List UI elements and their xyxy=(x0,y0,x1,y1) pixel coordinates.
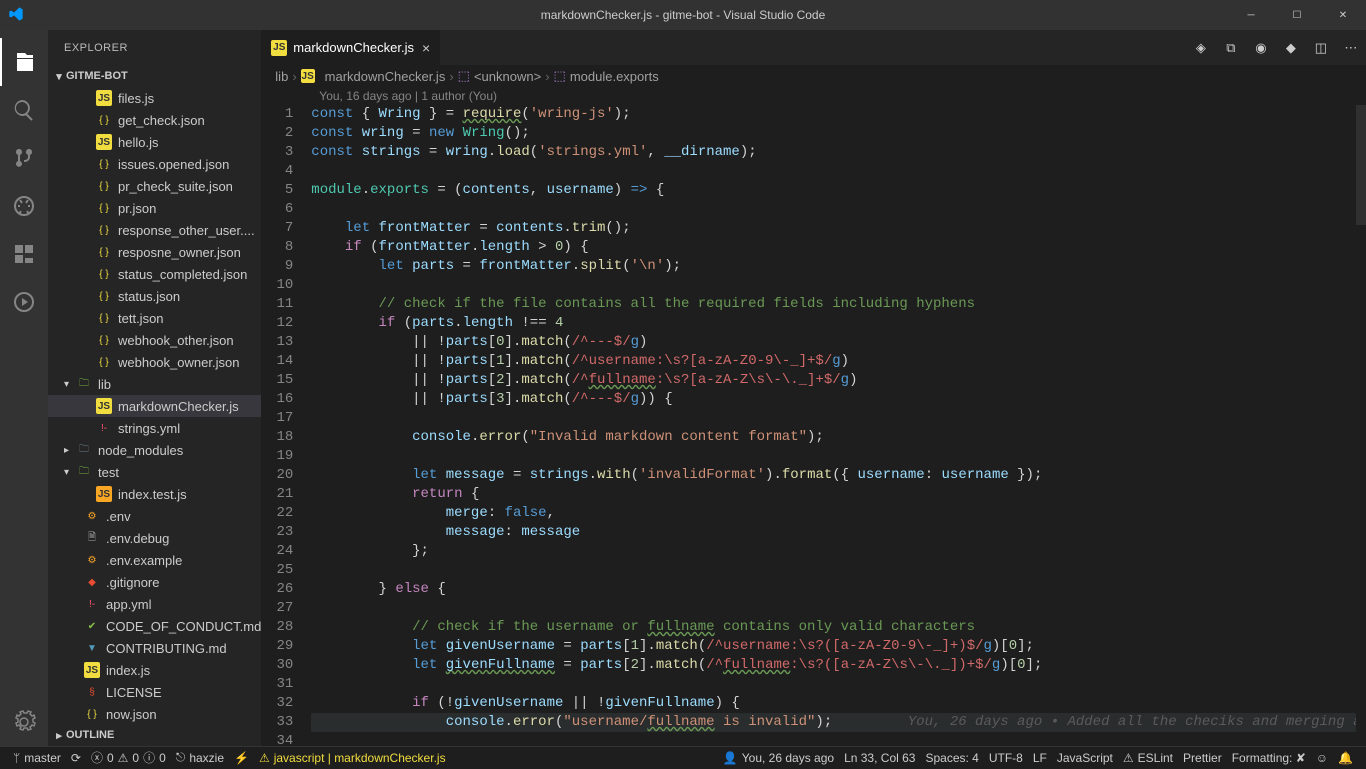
git-blame-status[interactable]: 👤You, 26 days ago xyxy=(718,747,839,769)
project-section[interactable]: ▾GITME-BOT xyxy=(48,65,261,87)
titlebar: markdownChecker.js - gitme-bot - Visual … xyxy=(0,0,1366,30)
breadcrumb[interactable]: lib› JS markdownChecker.js› ⬚<unknown>› … xyxy=(261,65,1366,87)
split-editor-icon[interactable]: ◫ xyxy=(1312,40,1330,56)
file-item[interactable]: { }issues.opened.json xyxy=(48,153,261,175)
info-icon: ⓘ xyxy=(143,749,155,766)
vscode-logo-icon xyxy=(8,6,24,22)
code-editor[interactable]: 1234567891011121314151617181920212223242… xyxy=(261,105,1366,746)
file-item[interactable]: ✔CODE_OF_CONDUCT.md xyxy=(48,615,261,637)
file-item[interactable]: { }tett.json xyxy=(48,307,261,329)
activity-bar xyxy=(0,30,48,746)
file-tree: JSfiles.js{ }get_check.jsonJShello.js{ }… xyxy=(48,87,261,724)
file-item[interactable]: JSfiles.js xyxy=(48,87,261,109)
file-item[interactable]: { }pr_check_suite.json xyxy=(48,175,261,197)
cursor-position[interactable]: Ln 33, Col 63 xyxy=(839,747,920,769)
language-mode[interactable]: JavaScript xyxy=(1052,747,1118,769)
window-title: markdownChecker.js - gitme-bot - Visual … xyxy=(541,8,826,22)
indentation[interactable]: Spaces: 4 xyxy=(920,747,983,769)
file-item[interactable]: { }status.json xyxy=(48,285,261,307)
branch-icon: ᛘ xyxy=(13,751,20,765)
file-item[interactable]: { }status_completed.json xyxy=(48,263,261,285)
warning-icon: ⚠ xyxy=(118,751,129,765)
eol[interactable]: LF xyxy=(1028,747,1052,769)
feedback-icon[interactable]: ☺ xyxy=(1311,747,1333,769)
more-actions-icon[interactable]: ⋯ xyxy=(1342,40,1360,56)
editor-actions: ◈ ⧉ ◉ ◆ ◫ ⋯ xyxy=(1192,40,1366,56)
sync-button[interactable]: ⟳ xyxy=(66,747,86,769)
search-icon[interactable] xyxy=(0,86,48,134)
maximize-button[interactable]: ☐ xyxy=(1274,0,1320,30)
notifications-icon[interactable]: 🔔 xyxy=(1333,747,1358,769)
formatting-status[interactable]: Formatting: ✘ xyxy=(1227,747,1311,769)
file-item[interactable]: !-strings.yml xyxy=(48,417,261,439)
debug-icon[interactable] xyxy=(0,182,48,230)
eslint-status[interactable]: ⚠ESLint xyxy=(1118,747,1178,769)
language-scope[interactable]: ⚠javascript | markdownChecker.js xyxy=(254,747,451,769)
liveshare-icon[interactable] xyxy=(0,278,48,326)
file-item[interactable]: { }pr.json xyxy=(48,197,261,219)
folder-item[interactable]: ▸🗀node_modules xyxy=(48,439,261,461)
file-item[interactable]: ◆.gitignore xyxy=(48,571,261,593)
line-numbers: 1234567891011121314151617181920212223242… xyxy=(261,105,311,746)
file-item[interactable]: ⚙.env xyxy=(48,505,261,527)
explorer-header: EXPLORER xyxy=(48,30,261,65)
action-icon[interactable]: ⧉ xyxy=(1222,40,1240,56)
source-control-icon[interactable] xyxy=(0,134,48,182)
encoding[interactable]: UTF-8 xyxy=(984,747,1028,769)
file-item[interactable]: !-app.yml xyxy=(48,593,261,615)
settings-icon[interactable] xyxy=(0,698,48,746)
liveshare-user[interactable]: ⎋haxzie xyxy=(171,747,229,769)
file-item[interactable]: { }resposne_owner.json xyxy=(48,241,261,263)
close-button[interactable]: ✕ xyxy=(1320,0,1366,30)
bolt-icon[interactable]: ⚡ xyxy=(229,747,254,769)
file-item[interactable]: JSindex.test.js xyxy=(48,483,261,505)
explorer-icon[interactable] xyxy=(0,38,48,86)
action-icon[interactable]: ◆ xyxy=(1282,40,1300,56)
status-bar: ᛘmaster ⟳ ⓧ0 ⚠0 ⓘ0 ⎋haxzie ⚡ ⚠javascript… xyxy=(0,746,1366,768)
code-lines[interactable]: const { Wring } = require('wring-js');co… xyxy=(311,105,1366,746)
codelens[interactable]: You, 16 days ago | 1 author (You) xyxy=(261,87,1366,105)
tab-markdownchecker[interactable]: JS markdownChecker.js × xyxy=(261,30,441,65)
problems[interactable]: ⓧ0 ⚠0 ⓘ0 xyxy=(86,747,171,769)
file-item[interactable]: JSindex.js xyxy=(48,659,261,681)
file-item[interactable]: JShello.js xyxy=(48,131,261,153)
file-item[interactable]: { }get_check.json xyxy=(48,109,261,131)
action-icon[interactable]: ◉ xyxy=(1252,40,1270,56)
prettier-status[interactable]: Prettier xyxy=(1178,747,1227,769)
folder-item[interactable]: ▾🗀lib xyxy=(48,373,261,395)
file-item[interactable]: { }webhook_owner.json xyxy=(48,351,261,373)
file-item[interactable]: §LICENSE xyxy=(48,681,261,703)
tabs-bar: JS markdownChecker.js × ◈ ⧉ ◉ ◆ ◫ ⋯ xyxy=(261,30,1366,65)
sync-icon: ⟳ xyxy=(71,751,81,765)
github-icon: ⎋ xyxy=(176,750,186,765)
js-file-icon: JS xyxy=(271,40,287,56)
folder-item[interactable]: ▾🗀test xyxy=(48,461,261,483)
file-item[interactable]: ▼CONTRIBUTING.md xyxy=(48,637,261,659)
file-item[interactable]: JSmarkdownChecker.js xyxy=(48,395,261,417)
minimize-button[interactable]: ─ xyxy=(1228,0,1274,30)
file-item[interactable]: 🗎.env.debug xyxy=(48,527,261,549)
warning-icon: ⚠ xyxy=(1123,751,1134,765)
file-item[interactable]: { }response_other_user.... xyxy=(48,219,261,241)
extensions-icon[interactable] xyxy=(0,230,48,278)
git-branch[interactable]: ᛘmaster xyxy=(8,747,66,769)
error-icon: ⓧ xyxy=(91,749,103,766)
file-item[interactable]: { }webhook_other.json xyxy=(48,329,261,351)
person-icon: 👤 xyxy=(723,751,738,765)
file-item[interactable]: { }now.json xyxy=(48,703,261,724)
minimap[interactable] xyxy=(1356,105,1366,746)
editor-area: JS markdownChecker.js × ◈ ⧉ ◉ ◆ ◫ ⋯ lib›… xyxy=(261,30,1366,746)
close-tab-icon[interactable]: × xyxy=(422,40,430,56)
js-file-icon: JS xyxy=(301,69,315,83)
file-item[interactable]: ⚙.env.example xyxy=(48,549,261,571)
action-icon[interactable]: ◈ xyxy=(1192,40,1210,56)
sidebar: EXPLORER ▾GITME-BOT JSfiles.js{ }get_che… xyxy=(48,30,261,746)
outline-section[interactable]: ▸OUTLINE xyxy=(48,724,261,746)
